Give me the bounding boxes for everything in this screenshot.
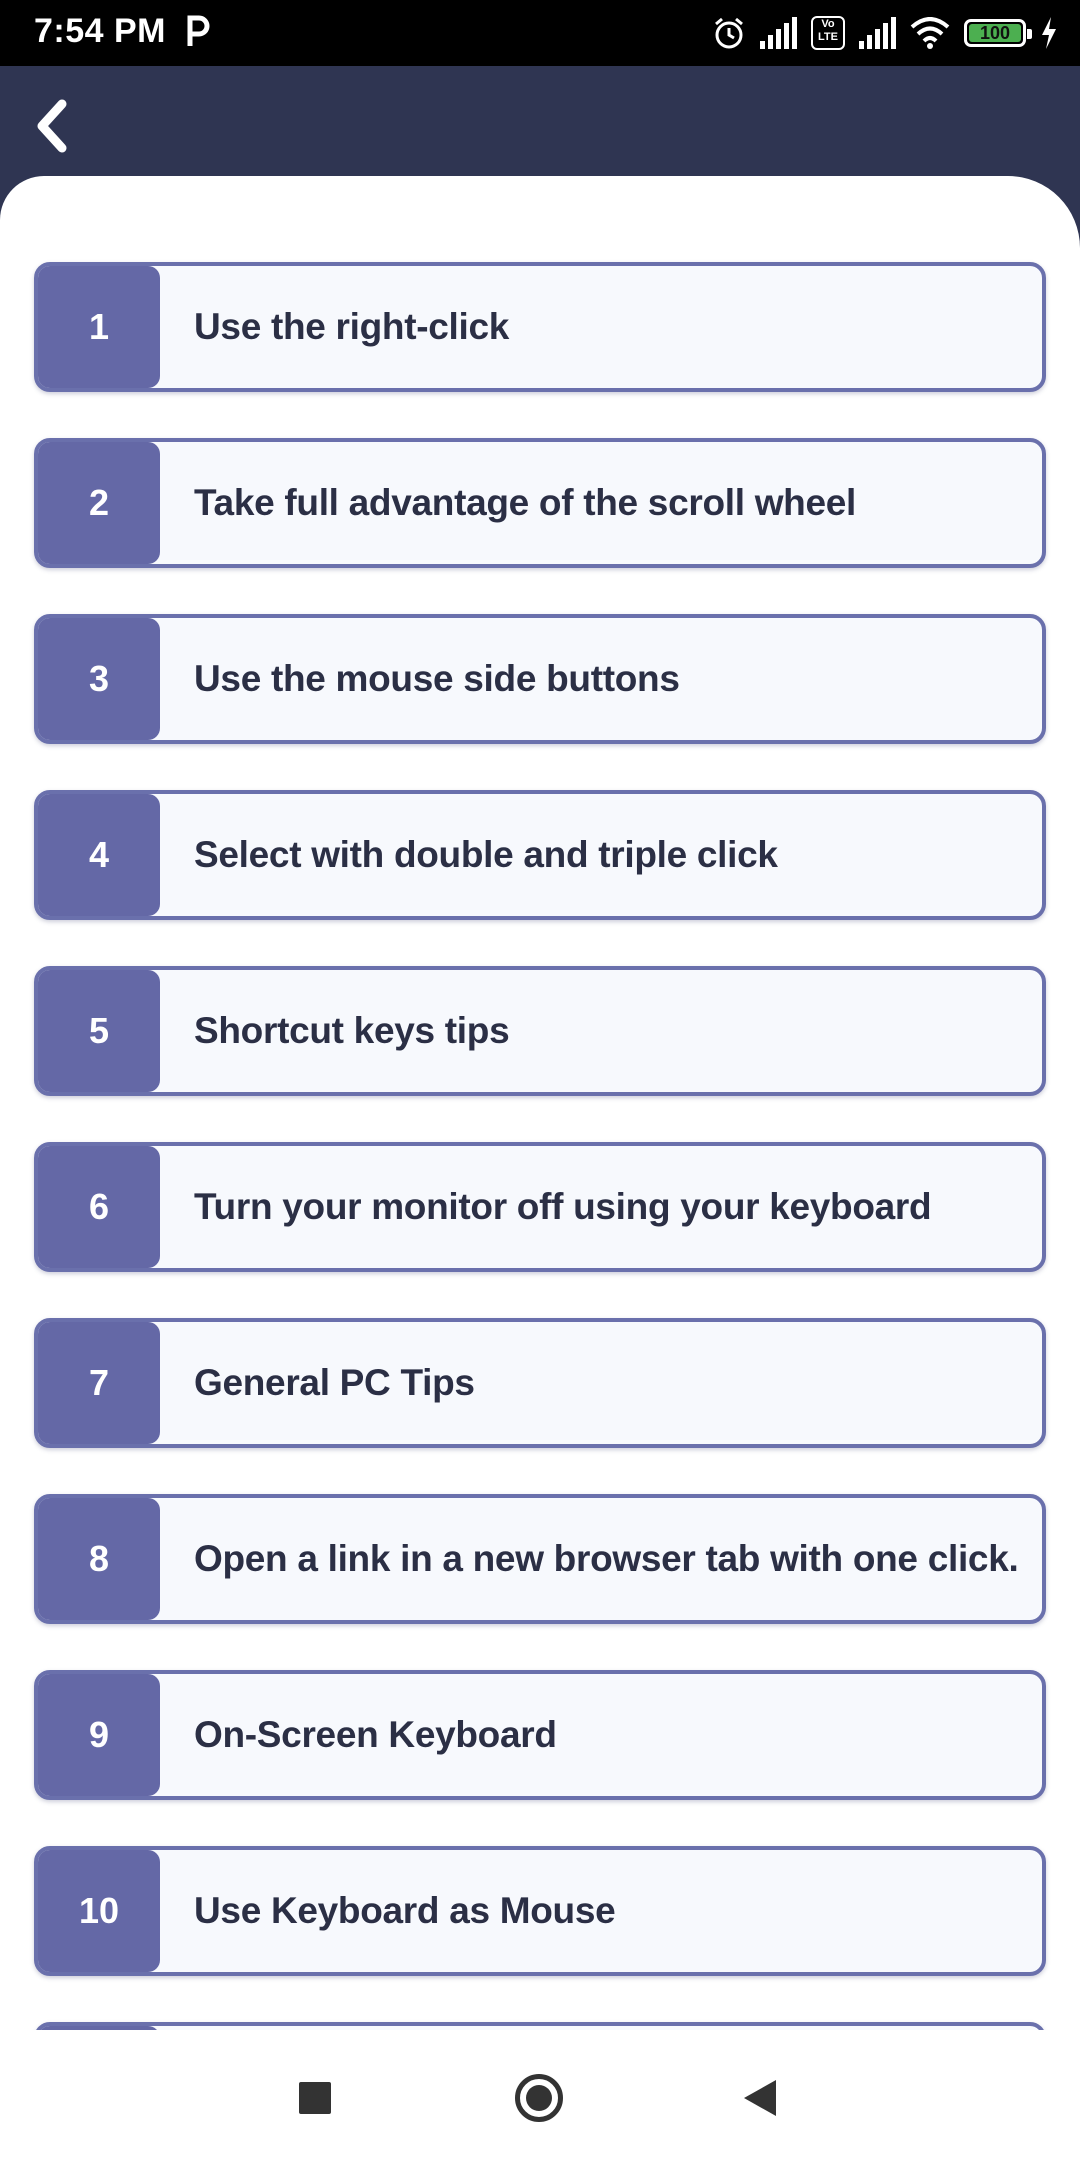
tip-item-8[interactable]: 8 Open a link in a new browser tab with …: [34, 1494, 1046, 1624]
tip-label: General PC Tips: [194, 1362, 475, 1403]
battery-cap: [1027, 29, 1032, 39]
tips-list: 1 Use the right-click 2 Take full advant…: [0, 176, 1080, 2030]
tip-item-2[interactable]: 2 Take full advantage of the scroll whee…: [34, 438, 1046, 568]
tip-number: 2: [38, 442, 160, 564]
tip-label: Turn your monitor off using your keyboar…: [194, 1186, 932, 1227]
tip-number: 3: [38, 618, 160, 740]
volte-icon: Vo LTE: [811, 16, 845, 50]
tip-label: Use the right-click: [194, 306, 510, 347]
status-bar: 7:54 PM Vo LTE 100: [0, 0, 1080, 66]
tip-item-4[interactable]: 4 Select with double and triple click: [34, 790, 1046, 920]
tip-label: Take full advantage of the scroll wheel: [194, 482, 857, 523]
tip-label: Open a link in a new browser tab with on…: [194, 1538, 1019, 1579]
home-circle-icon[interactable]: [515, 2074, 563, 2122]
back-chevron-icon[interactable]: [28, 90, 76, 162]
tip-item-10[interactable]: 10 Use Keyboard as Mouse: [34, 1846, 1046, 1976]
tip-label: Use Keyboard as Mouse: [194, 1890, 616, 1931]
battery-level: 100: [979, 22, 1011, 43]
recent-apps-square-icon[interactable]: [299, 2082, 331, 2114]
tip-number: 5: [38, 970, 160, 1092]
tip-number: 6: [38, 1146, 160, 1268]
tip-label: Shortcut keys tips: [194, 1010, 510, 1051]
signal-icon: [760, 17, 797, 49]
tip-number: 1: [38, 266, 160, 388]
status-icons: Vo LTE 100: [712, 10, 1058, 56]
tip-item-6[interactable]: 6 Turn your monitor off using your keybo…: [34, 1142, 1046, 1272]
tip-item-partial[interactable]: [34, 2022, 1046, 2030]
system-nav-bar: [0, 2030, 1080, 2160]
parking-notification-icon: [187, 15, 210, 46]
tip-item-1[interactable]: 1 Use the right-click: [34, 262, 1046, 392]
tip-label: Use the mouse side buttons: [194, 658, 680, 699]
tip-number: 7: [38, 1322, 160, 1444]
tip-number: 9: [38, 1674, 160, 1796]
tip-label: On-Screen Keyboard: [194, 1714, 557, 1755]
tip-item-7[interactable]: 7 General PC Tips: [34, 1318, 1046, 1448]
wifi-icon: [910, 17, 950, 49]
battery-icon: 100: [964, 19, 1032, 47]
tip-number: 10: [38, 1850, 160, 1972]
back-triangle-icon[interactable]: [744, 2080, 776, 2116]
tip-number: 8: [38, 1498, 160, 1620]
charging-icon: [1042, 17, 1056, 49]
tip-item-9[interactable]: 9 On-Screen Keyboard: [34, 1670, 1046, 1800]
tip-label: Select with double and triple click: [194, 834, 778, 875]
tip-item-3[interactable]: 3 Use the mouse side buttons: [34, 614, 1046, 744]
alarm-icon: [715, 17, 743, 49]
tip-number: 4: [38, 794, 160, 916]
status-time: 7:54 PM: [34, 12, 166, 50]
signal-icon-2: [859, 17, 896, 49]
tip-item-5[interactable]: 5 Shortcut keys tips: [34, 966, 1046, 1096]
